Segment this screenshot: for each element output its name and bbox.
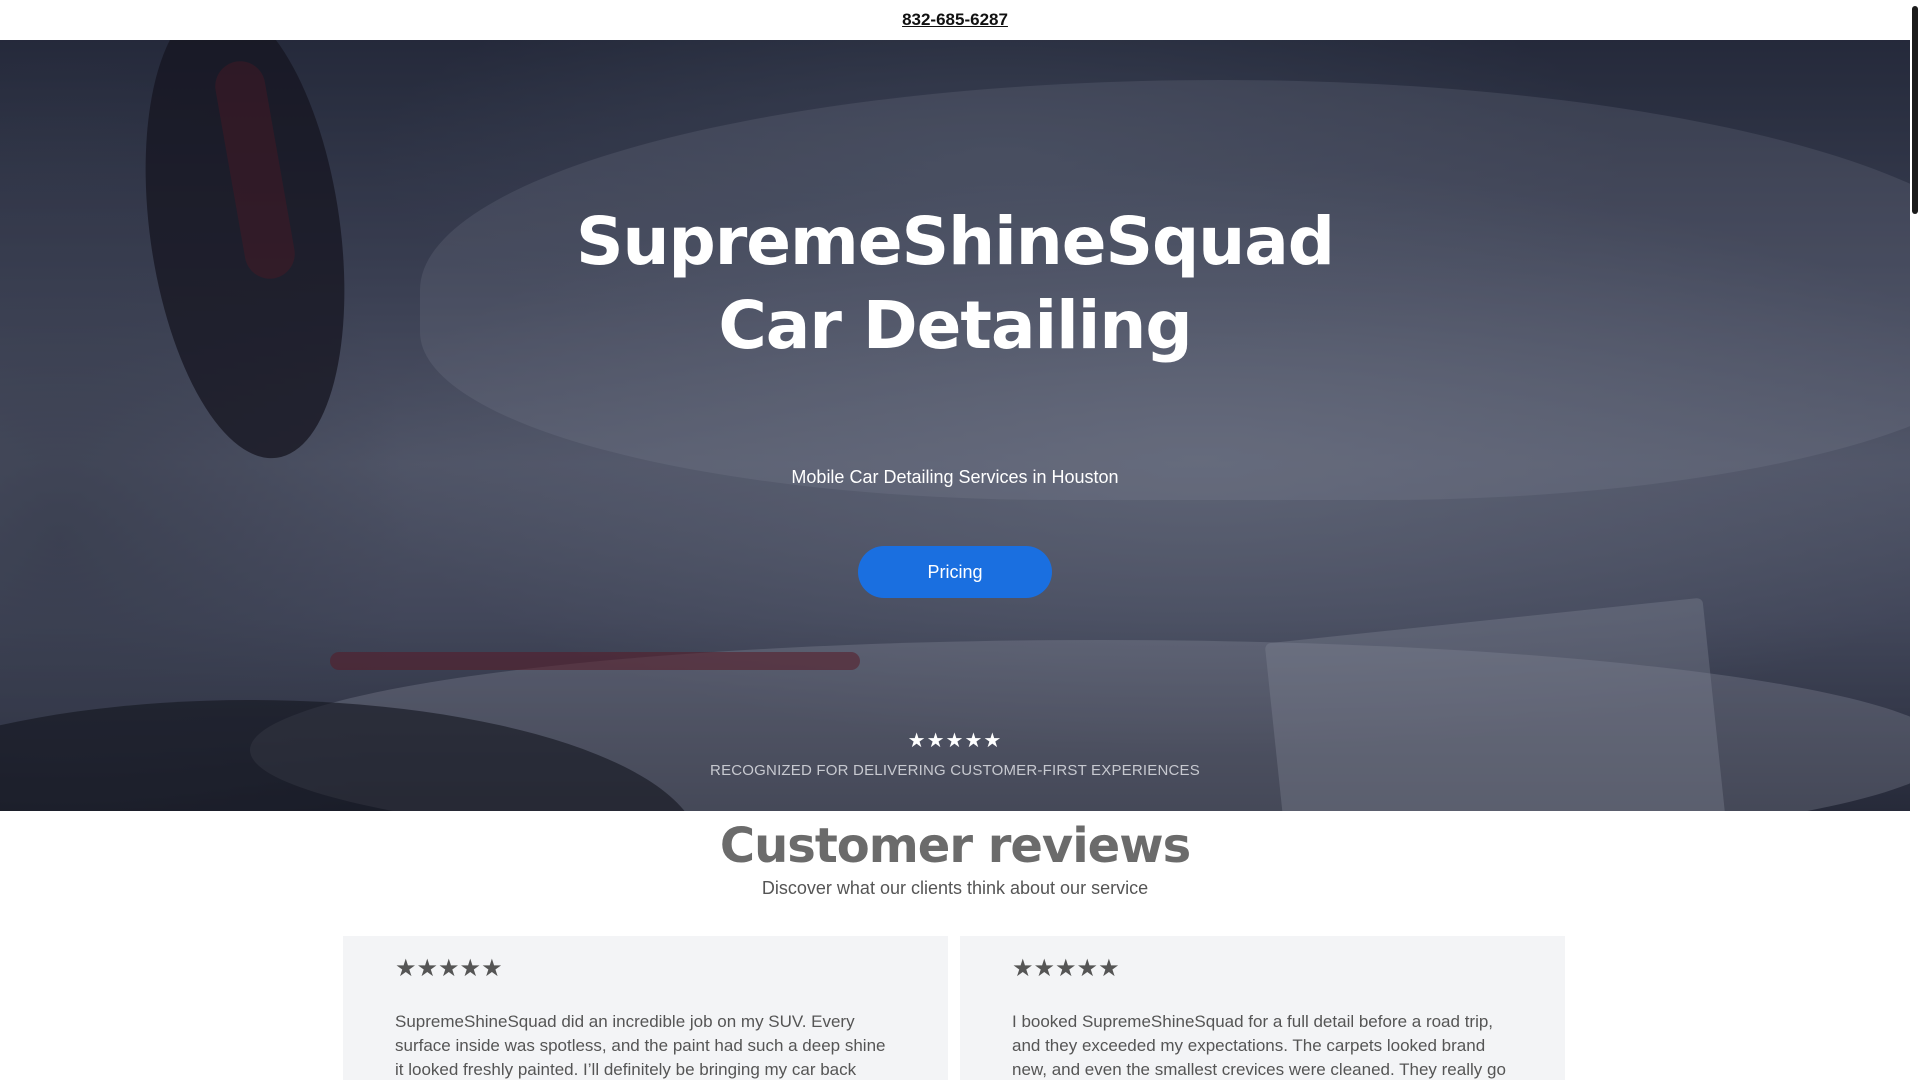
review-stars: ★★★★★ [395,954,503,982]
review-card: ★★★★★ I booked SupremeShineSquad for a f… [960,936,1565,1080]
page-scrollbar[interactable] [1910,0,1920,1080]
reviews-heading: Customer reviews [719,818,1191,874]
review-card: ★★★★★ SupremeShineSquad did an incredibl… [343,936,948,1080]
hero-title-line1: SupremeShineSquad [575,203,1335,280]
review-stars: ★★★★★ [1012,954,1120,982]
hero-title-line2: Car Detailing [718,287,1192,364]
top-bar: 832-685-6287 [0,0,1910,40]
hero-section: SupremeShineSquad Car Detailing Mobile C… [0,40,1910,811]
review-text: I booked SupremeShineSquad for a full de… [1012,1012,1506,1079]
review-text: SupremeShineSquad did an incredible job … [395,1012,886,1079]
scrollbar-thumb[interactable] [1912,6,1918,214]
hero-rating-stars: ★★★★★ [907,728,1003,752]
pricing-button[interactable]: Pricing [858,546,1052,598]
reviews-subheading: Discover what our clients think about ou… [761,878,1149,898]
hero-subtitle: Mobile Car Detailing Services in Houston [791,467,1119,487]
hero-content: SupremeShineSquad Car Detailing Mobile C… [0,40,1910,811]
hero-title: SupremeShineSquad Car Detailing [0,200,1910,368]
recognized-text: RECOGNIZED FOR DELIVERING CUSTOMER-FIRST… [710,762,1200,779]
phone-link[interactable]: 832-685-6287 [902,10,1008,30]
